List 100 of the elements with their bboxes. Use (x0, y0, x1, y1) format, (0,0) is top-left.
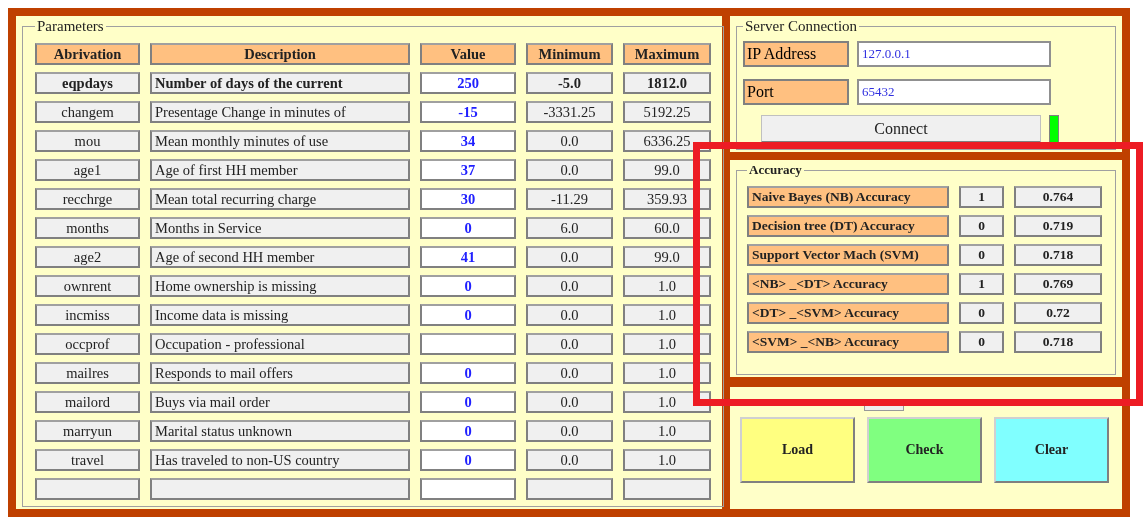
table-cell: Occupation - professional (150, 333, 410, 355)
field-label: IP Address (743, 41, 849, 67)
table-cell: 1.0 (623, 304, 711, 326)
action-button[interactable]: Check (867, 417, 982, 483)
table-cell: Age of first HH member (150, 159, 410, 181)
table-cell: incmiss (35, 304, 140, 326)
value-field[interactable]: 0 (420, 217, 516, 239)
model-label: <SVM> _<NB> Accuracy (747, 331, 949, 353)
table-cell: occprof (35, 333, 140, 355)
panel-title: Parameters (36, 18, 105, 35)
table-cell: 0.769 (1014, 273, 1102, 295)
table-cell: mou (35, 130, 140, 152)
action-button[interactable]: Load (740, 417, 855, 483)
value-field[interactable]: 30 (420, 188, 516, 210)
table-cell: recchrge (35, 188, 140, 210)
table-cell: Income data is missing (150, 304, 410, 326)
table-cell: 0.0 (526, 420, 613, 442)
model-label: Support Vector Mach (SVM) (747, 244, 949, 266)
action-button[interactable]: Clear (994, 417, 1109, 483)
table-cell: 0.764 (1014, 186, 1102, 208)
table-cell: 5192.25 (623, 101, 711, 123)
model-label: <DT> _<SVM> Accuracy (747, 302, 949, 324)
value-field[interactable] (420, 333, 516, 355)
value-field[interactable]: 0 (420, 449, 516, 471)
table-cell: 1.0 (623, 420, 711, 442)
table-cell: Mean total recurring charge (150, 188, 410, 210)
panel-title: Accuracy (748, 162, 803, 178)
table-cell: 6.0 (526, 217, 613, 239)
table-cell: 0.0 (526, 130, 613, 152)
table-cell: 0 (959, 302, 1004, 324)
table-cell: 1.0 (623, 275, 711, 297)
table-cell: 0.718 (1014, 331, 1102, 353)
table-cell: 0.0 (526, 449, 613, 471)
table-cell: 0.719 (1014, 215, 1102, 237)
table-cell: 0 (959, 244, 1004, 266)
table-cell: Responds to mail offers (150, 362, 410, 384)
table-cell: Presentage Change in minutes of (150, 101, 410, 123)
table-cell: 0 (959, 331, 1004, 353)
table-cell: Home ownership is missing (150, 275, 410, 297)
table-cell: 1.0 (623, 362, 711, 384)
value-field[interactable]: 0 (420, 304, 516, 326)
column-header: Abrivation (35, 43, 140, 65)
model-label: Naive Bayes (NB) Accuracy (747, 186, 949, 208)
table-cell: age2 (35, 246, 140, 268)
table-cell: -11.29 (526, 188, 613, 210)
table-cell: marryun (35, 420, 140, 442)
table-cell: 6336.25 (623, 130, 711, 152)
column-header: Minimum (526, 43, 613, 65)
table-cell: Age of second HH member (150, 246, 410, 268)
table-cell: 0.0 (526, 333, 613, 355)
table-cell: 1 (959, 273, 1004, 295)
value-field[interactable]: 0 (420, 391, 516, 413)
value-field[interactable]: -15 (420, 101, 516, 123)
column-header: Description (150, 43, 410, 65)
table-cell: mailord (35, 391, 140, 413)
table-cell: 0.0 (526, 246, 613, 268)
value-field[interactable]: 34 (420, 130, 516, 152)
table-cell: Number of days of the current (150, 72, 410, 94)
table-cell: travel (35, 449, 140, 471)
table-cell: 1.0 (623, 333, 711, 355)
connect-button[interactable]: Connect (761, 115, 1041, 143)
table-cell: 0.0 (526, 304, 613, 326)
table-cell: mailres (35, 362, 140, 384)
table-cell: 359.93 (623, 188, 711, 210)
table-cell: 0.0 (526, 275, 613, 297)
table-cell: -5.0 (526, 72, 613, 94)
input-field[interactable]: 65432 (857, 79, 1051, 105)
table-cell: eqpdays (35, 72, 140, 94)
table-cell: Mean monthly minutes of use (150, 130, 410, 152)
field-label: Port (743, 79, 849, 105)
table-cell: 99.0 (623, 246, 711, 268)
table-cell: 60.0 (623, 217, 711, 239)
panel-title: Server Connection (744, 18, 859, 35)
column-header: Value (420, 43, 516, 65)
column-header: Maximum (623, 43, 711, 65)
input-field[interactable]: 127.0.0.1 (857, 41, 1051, 67)
table-cell: Months in Service (150, 217, 410, 239)
table-cell: Marital status unknown (150, 420, 410, 442)
table-cell: 0.0 (526, 391, 613, 413)
table-cell: 1812.0 (623, 72, 711, 94)
table-cell: 0 (959, 215, 1004, 237)
value-field[interactable]: 0 (420, 275, 516, 297)
table-cell: 0.0 (526, 362, 613, 384)
table-cell: 99.0 (623, 159, 711, 181)
value-field[interactable]: 250 (420, 72, 516, 94)
table-cell: 0.72 (1014, 302, 1102, 324)
table-cell: -3331.25 (526, 101, 613, 123)
table-cell: ownrent (35, 275, 140, 297)
table-cell: Has traveled to non-US country (150, 449, 410, 471)
value-field[interactable]: 0 (420, 362, 516, 384)
value-field[interactable] (420, 478, 516, 500)
table-cell: Buys via mail order (150, 391, 410, 413)
table-cell: 1 (959, 186, 1004, 208)
value-field[interactable]: 0 (420, 420, 516, 442)
table-cell: age1 (35, 159, 140, 181)
model-label: Decision tree (DT) Accuracy (747, 215, 949, 237)
value-field[interactable]: 41 (420, 246, 516, 268)
value-field[interactable]: 37 (420, 159, 516, 181)
table-cell: 1.0 (623, 449, 711, 471)
table-cell: months (35, 217, 140, 239)
